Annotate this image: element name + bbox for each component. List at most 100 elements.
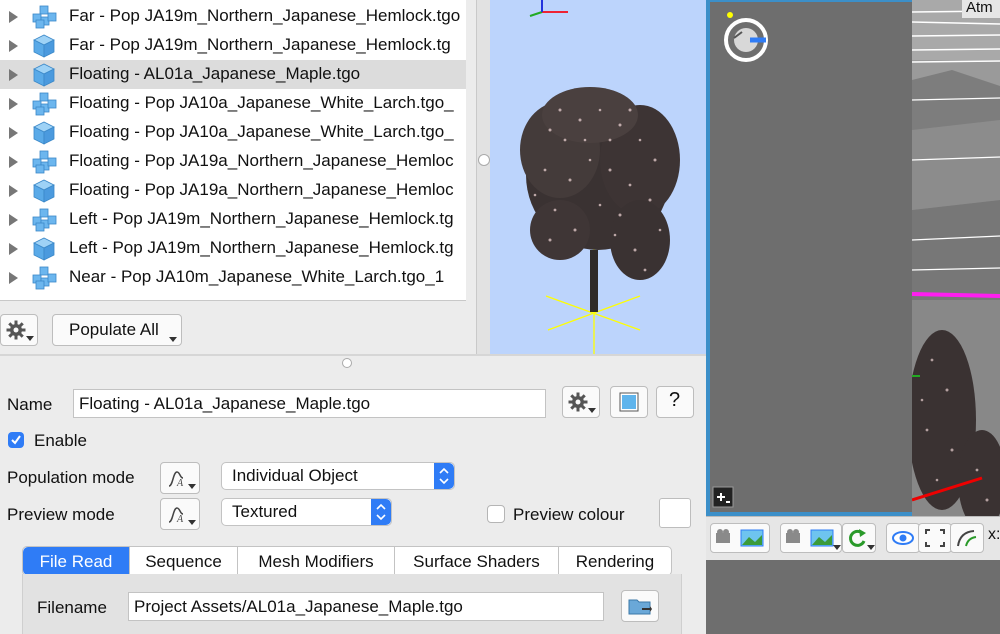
list-item[interactable]: Far - Pop JA19m_Northern_Japanese_Hemloc… <box>0 2 466 31</box>
list-item-label: Near - Pop JA10m_Japanese_White_Larch.tg… <box>69 267 445 286</box>
population-mode-label: Population mode <box>7 468 135 487</box>
disclosure-triangle-icon[interactable] <box>9 127 18 139</box>
render-scene <box>912 0 1000 516</box>
list-item-label: Floating - Pop JA19a_Northern_Japanese_H… <box>69 180 454 199</box>
help-label: ? <box>669 389 681 411</box>
camera-view-button[interactable] <box>710 523 770 553</box>
list-settings-button[interactable] <box>0 314 38 346</box>
preview-window-button[interactable] <box>610 386 648 418</box>
chevron-down-icon <box>169 337 177 342</box>
list-item[interactable]: Floating - Pop JA19a_Northern_Japanese_H… <box>0 147 466 176</box>
filename-field[interactable]: Project Assets/AL01a_Japanese_Maple.tgo <box>128 592 604 621</box>
enable-checkbox[interactable] <box>8 432 24 448</box>
disclosure-triangle-icon[interactable] <box>9 272 18 284</box>
camera-image-icon <box>716 529 764 547</box>
chevron-down-icon <box>188 520 196 525</box>
name-field-value: Floating - AL01a_Japanese_Maple.tgo <box>79 394 371 413</box>
disclosure-triangle-icon[interactable] <box>9 185 18 197</box>
list-item-label: Floating - Pop JA10a_Japanese_White_Larc… <box>69 122 454 141</box>
render-image-icon <box>786 529 834 547</box>
populate-all-label: Populate All <box>69 320 159 339</box>
tab-file-read[interactable]: File Read <box>23 547 130 575</box>
function-curve-icon: A <box>168 471 184 488</box>
navigation-widget-icon[interactable] <box>720 10 770 64</box>
population-mode-select[interactable]: Individual Object <box>221 462 455 490</box>
x-coordinate-label: x: <box>988 526 1000 543</box>
render-view-button[interactable] <box>780 523 842 553</box>
population-mode-function-button[interactable]: A <box>160 462 200 494</box>
tab-surface-shaders[interactable]: Surface Shaders <box>395 547 559 575</box>
name-field[interactable]: Floating - AL01a_Japanese_Maple.tgo <box>73 389 546 418</box>
disclosure-triangle-icon[interactable] <box>9 69 18 81</box>
preview-mode-label: Preview mode <box>7 505 115 524</box>
node-settings-button[interactable] <box>562 386 600 418</box>
list-item-selected[interactable]: Floating - AL01a_Japanese_Maple.tgo <box>0 60 466 89</box>
list-item-label: Left - Pop JA19m_Northern_Japanese_Hemlo… <box>69 209 454 228</box>
axis-gizmo <box>529 0 568 17</box>
refresh-render-button[interactable] <box>842 523 876 553</box>
visibility-button[interactable] <box>886 523 920 553</box>
preview-window-icon <box>619 392 639 412</box>
preview-mode-function-button[interactable]: A <box>160 498 200 530</box>
list-item[interactable]: Left - Pop JA19m_Northern_Japanese_Hemlo… <box>0 234 466 263</box>
atmosphere-overlay-label[interactable]: Atm <box>962 0 1000 18</box>
render-view[interactable]: Atm <box>912 0 1000 516</box>
object-preview-viewport[interactable] <box>490 0 706 356</box>
help-button[interactable]: ? <box>656 386 694 418</box>
select-stepper-icon <box>371 499 391 525</box>
object-cube-icon <box>33 63 55 87</box>
chevron-down-icon <box>833 545 841 550</box>
tree-preview-render <box>520 0 680 356</box>
refresh-icon <box>849 529 866 547</box>
file-read-tab-content: Filename Project Assets/AL01a_Japanese_M… <box>22 574 682 634</box>
enable-label: Enable <box>34 431 87 450</box>
browse-file-button[interactable] <box>621 590 659 622</box>
curve-icon <box>957 530 977 547</box>
population-cubes-icon <box>32 150 57 174</box>
list-item-label: Far - Pop JA19m_Northern_Japanese_Hemloc… <box>69 6 461 25</box>
divider-handle[interactable] <box>342 358 352 368</box>
list-item[interactable]: Floating - Pop JA19a_Northern_Japanese_H… <box>0 176 466 205</box>
preview-colour-checkbox[interactable] <box>487 505 505 523</box>
curve-tool-button[interactable] <box>950 523 984 553</box>
preview-mode-select[interactable]: Textured <box>221 498 392 526</box>
list-item[interactable]: Left - Pop JA19m_Northern_Japanese_Hemlo… <box>0 205 466 234</box>
disclosure-triangle-icon[interactable] <box>9 243 18 255</box>
disclosure-triangle-icon[interactable] <box>9 40 18 52</box>
folder-browse-icon <box>628 599 652 615</box>
filename-label: Filename <box>37 598 107 617</box>
preview-mode-value: Textured <box>232 502 298 521</box>
object-cube-icon <box>33 34 55 58</box>
checkmark-icon <box>11 435 21 445</box>
chevron-down-icon <box>588 408 596 413</box>
frame-view-button[interactable] <box>918 523 952 553</box>
zoom-toggle-icon[interactable] <box>712 486 734 508</box>
chevron-down-icon <box>867 545 875 550</box>
preview-colour-swatch[interactable] <box>659 498 691 528</box>
disclosure-triangle-icon[interactable] <box>9 156 18 168</box>
list-item[interactable]: Floating - Pop JA10a_Japanese_White_Larc… <box>0 89 466 118</box>
frame-icon <box>925 529 945 547</box>
properties-panel: Name Floating - AL01a_Japanese_Maple.tgo… <box>0 356 706 634</box>
splitter-handle[interactable] <box>478 154 490 166</box>
tab-rendering[interactable]: Rendering <box>559 547 671 575</box>
disclosure-triangle-icon[interactable] <box>9 11 18 23</box>
list-item-label: Floating - AL01a_Japanese_Maple.tgo <box>69 64 361 83</box>
object-cube-icon <box>33 179 55 203</box>
population-cubes-icon <box>32 5 57 29</box>
list-item[interactable]: Floating - Pop JA10a_Japanese_White_Larc… <box>0 118 466 147</box>
population-mode-value: Individual Object <box>232 466 358 485</box>
function-curve-icon: A <box>168 507 184 524</box>
disclosure-triangle-icon[interactable] <box>9 214 18 226</box>
tab-sequence[interactable]: Sequence <box>130 547 238 575</box>
populate-all-button[interactable]: Populate All <box>52 314 182 346</box>
object-cube-icon <box>33 237 55 261</box>
list-item-label: Left - Pop JA19m_Northern_Japanese_Hemlo… <box>69 238 454 257</box>
tab-mesh-modifiers[interactable]: Mesh Modifiers <box>238 547 395 575</box>
list-item[interactable]: Near - Pop JA10m_Japanese_White_Larch.tg… <box>0 263 466 292</box>
object-list[interactable]: Far - Pop JA19m_Northern_Japanese_Hemloc… <box>0 0 467 301</box>
list-item[interactable]: Far - Pop JA19m_Northern_Japanese_Hemloc… <box>0 31 466 60</box>
viewport-2d-panel[interactable] <box>710 2 912 512</box>
disclosure-triangle-icon[interactable] <box>9 98 18 110</box>
gear-icon <box>568 392 588 412</box>
